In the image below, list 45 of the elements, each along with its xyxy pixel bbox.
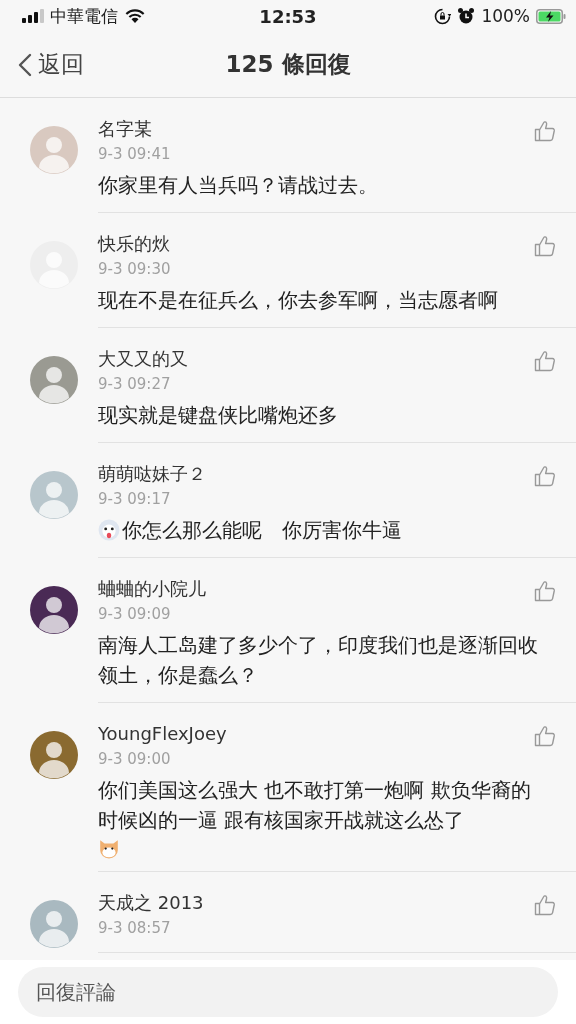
comment-time: 9-3 09:17: [98, 489, 171, 510]
thumbs-up-icon[interactable]: [534, 580, 556, 602]
avatar-icon: [30, 126, 78, 174]
signal-icon: [22, 9, 44, 23]
avatar-icon: [30, 471, 78, 519]
thumbs-up-icon[interactable]: [534, 725, 556, 747]
clock-time: 12:53: [259, 5, 317, 27]
user-name: 大又又的又: [98, 347, 188, 371]
thumbs-up-icon[interactable]: [534, 235, 556, 257]
thumbs-up-icon[interactable]: [534, 465, 556, 487]
battery-charging-icon: [536, 8, 566, 24]
battery-percent: 100%: [481, 6, 530, 26]
carrier-name: 中華電信: [50, 4, 118, 28]
back-button[interactable]: 返回: [18, 49, 84, 80]
comment-text: 你怎么那么能呢 你厉害你牛逼: [122, 517, 402, 544]
comment-text: 南海人工岛建了多少个了，印度我们也是逐渐回收领土，你是蠢么？: [98, 632, 539, 689]
thumbs-up-icon[interactable]: [534, 120, 556, 142]
reply-input-field[interactable]: 回復評論: [18, 967, 558, 1017]
avatar-icon: [30, 900, 78, 948]
comment-text: 现实就是键盘侠比嘴炮还多: [98, 402, 338, 429]
comment-time: 9-3 09:09: [98, 604, 171, 625]
back-chevron-icon: [18, 52, 32, 77]
comment-time: 9-3 09:41: [98, 144, 171, 165]
avatar-icon: [30, 586, 78, 634]
comment-time: 9-3 09:27: [98, 374, 171, 395]
user-name: 快乐的炏: [98, 232, 170, 256]
user-name: 名字某: [98, 117, 152, 141]
wifi-icon: [124, 8, 146, 24]
comment-time: 9-3 09:30: [98, 259, 171, 280]
rotation-lock-icon: [434, 7, 452, 25]
comment-time: 9-3 09:00: [98, 749, 171, 770]
comment-text: 你们美国这么强大 也不敢打第一炮啊 欺负华裔的时候凶的一逼 跟有核国家开战就这么怂了: [98, 777, 532, 834]
user-name: YoungFlexJoey: [98, 722, 227, 746]
user-name: 天成之 2013: [98, 891, 204, 915]
page-title: 125 條回復: [225, 50, 351, 79]
comment-text: 现在不是在征兵么，你去参军啊，当志愿者啊: [98, 287, 498, 314]
thumbs-up-icon[interactable]: [534, 350, 556, 372]
avatar-icon: [30, 356, 78, 404]
alarm-icon: [457, 7, 476, 25]
comment-text: 你家里有人当兵吗？请战过去。: [98, 172, 378, 199]
comment-time: 9-3 08:57: [98, 918, 171, 939]
thumbs-up-icon[interactable]: [534, 894, 556, 916]
avatar-icon: [30, 731, 78, 779]
user-name: 萌萌哒妹子２: [98, 462, 206, 486]
user-name: 蛐蛐的小院儿: [98, 577, 206, 601]
